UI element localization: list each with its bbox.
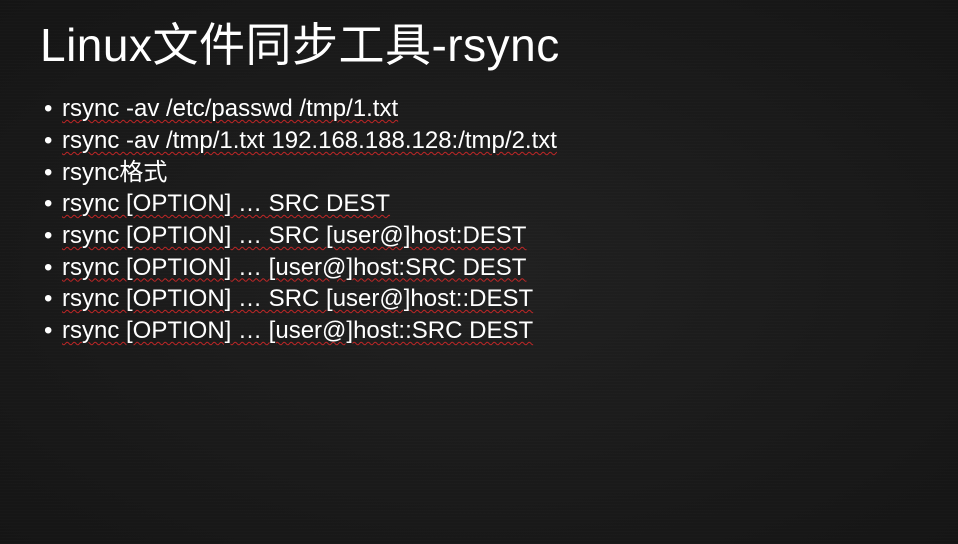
bullet-text: rsync格式 — [62, 159, 167, 186]
bullet-text: rsync -av /etc/passwd /tmp/1.txt — [62, 95, 398, 122]
bullet-text: rsync [OPTION] … SRC [user@]host::DEST — [62, 285, 533, 312]
list-item: rsync [OPTION] … SRC DEST — [44, 188, 918, 220]
list-item: rsync [OPTION] … SRC [user@]host::DEST — [44, 283, 918, 315]
bullet-list: rsync -av /etc/passwd /tmp/1.txt rsync -… — [40, 93, 918, 346]
bullet-text: rsync [OPTION] … SRC DEST — [62, 190, 390, 217]
list-item: rsync [OPTION] … [user@]host::SRC DEST — [44, 315, 918, 347]
bullet-text: rsync [OPTION] … SRC [user@]host:DEST — [62, 222, 526, 249]
list-item: rsync [OPTION] … [user@]host:SRC DEST — [44, 252, 918, 284]
bullet-text: rsync [OPTION] … [user@]host::SRC DEST — [62, 317, 533, 344]
bullet-text: rsync [OPTION] … [user@]host:SRC DEST — [62, 254, 526, 281]
slide-title: Linux文件同步工具-rsync — [40, 18, 918, 73]
list-item: rsync格式 — [44, 157, 918, 189]
list-item: rsync [OPTION] … SRC [user@]host:DEST — [44, 220, 918, 252]
bullet-text: rsync -av /tmp/1.txt 192.168.188.128:/tm… — [62, 127, 557, 154]
list-item: rsync -av /etc/passwd /tmp/1.txt — [44, 93, 918, 125]
list-item: rsync -av /tmp/1.txt 192.168.188.128:/tm… — [44, 125, 918, 157]
slide: Linux文件同步工具-rsync rsync -av /etc/passwd … — [0, 0, 958, 544]
